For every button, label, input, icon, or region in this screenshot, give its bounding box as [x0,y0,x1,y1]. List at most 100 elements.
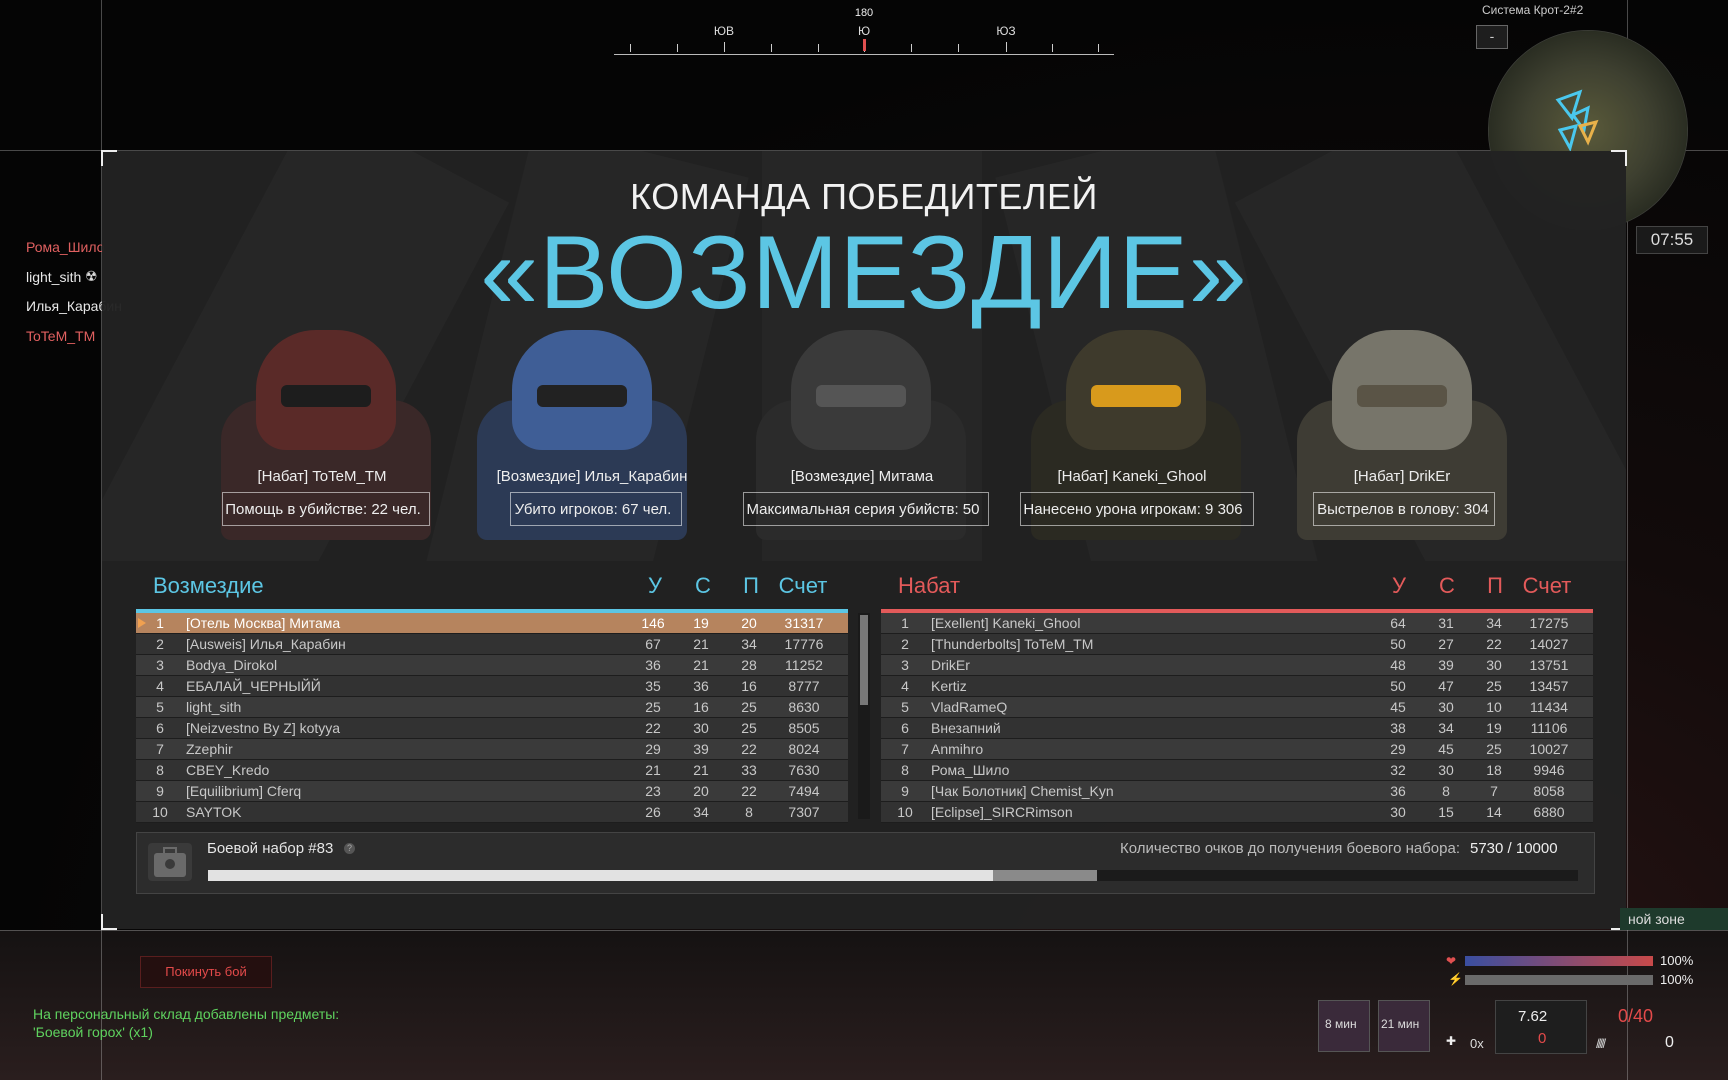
team-right-cell-s: 34 [1438,720,1454,736]
battle-kit-points: 5730 / 10000 [1470,840,1558,857]
team-left-row[interactable]: 2 [Ausweis] Илья_Карабин 67 21 34 17776 [136,634,848,655]
feed-name-4: ToTeM_TM [26,328,96,344]
team-left-row[interactable]: 4 ЕБАЛАЙ_ЧЕРНЫЙЙ 35 36 16 8777 [136,676,848,697]
team-right-cell-rank: 8 [901,762,909,778]
team-left-cell-name: [Equilibrium] Cferq [186,783,302,799]
medkit-count: 0x [1470,1036,1484,1051]
team-right-row[interactable]: 5 VladRameQ 45 30 10 11434 [881,697,1593,718]
minimap-zoom-out-button[interactable]: - [1476,25,1508,49]
team-right-row[interactable]: 6 Внезапний 38 34 19 11106 [881,718,1593,739]
team-right-cell-u: 50 [1390,678,1406,694]
scoreboard-scroll-thumb[interactable] [860,615,868,705]
team-right-cell-name: [Thunderbolts] ToTeM_TM [931,636,1094,652]
team-right-cell-p: 25 [1486,678,1502,694]
team-right-cell-rank: 7 [901,741,909,757]
minimap-title: Система Крот-2#2 [1482,3,1584,17]
feed-name-1: Рома_Шило [26,239,105,255]
team-right-cell-score: 11434 [1530,699,1568,715]
hero-3-stat-frame [743,492,989,526]
team-left-cell-u: 26 [645,804,661,820]
team-left-cell-score: 8024 [788,741,820,757]
frame-guide-bottom [0,930,1728,931]
team-right-cell-rank: 3 [901,657,909,673]
team-right-cell-name: [Чак Болотник] Chemist_Kyn [931,783,1114,799]
team-right-cell-p: 30 [1486,657,1502,673]
team-right-cell-s: 27 [1438,636,1454,652]
team-left-cell-p: 22 [741,783,757,799]
team-right-cell-p: 10 [1486,699,1502,715]
team-left-cell-rank: 9 [156,783,164,799]
team-left-cell-name: CBEY_Kredo [186,762,270,778]
team-right-cell-name: DrikEr [931,657,970,673]
team-right-cell-score: 13457 [1529,678,1569,694]
team-left-row[interactable]: 8 CBEY_Kredo 21 21 33 7630 [136,760,848,781]
team-left-cell-p: 22 [741,741,757,757]
team-right-row[interactable]: 4 Kertiz 50 47 25 13457 [881,676,1593,697]
team-left-cell-s: 21 [693,762,709,778]
magazine-ammo: 0/40 [1618,1006,1654,1026]
team-right-cell-name: [Exellent] Kaneki_Ghool [931,615,1081,631]
team-left-cell-score: 8505 [788,720,820,736]
team-left-cell-u: 25 [645,699,661,715]
team-right-row[interactable]: 8 Рома_Шило 32 30 18 9946 [881,760,1593,781]
team-right-cell-p: 7 [1490,783,1498,799]
team-left-row[interactable]: 7 Zzephir 29 39 22 8024 [136,739,848,760]
team-left-cell-name: Zzephir [186,741,233,757]
team-left-row[interactable]: 10 SAYTOK 26 34 8 7307 [136,802,848,823]
leave-battle-button[interactable]: Покинуть бой [140,956,272,988]
team-right-row[interactable]: 1 [Exellent] Kaneki_Ghool 64 31 34 17275 [881,613,1593,634]
team-right-row[interactable]: 2 [Thunderbolts] ToTeM_TM 50 27 22 14027 [881,634,1593,655]
team-left-col-score: Счет [778,573,828,598]
team-right-row[interactable]: 9 [Чак Болотник] Chemist_Kyn 36 8 7 8058 [881,781,1593,802]
team-left-cell-p: 20 [741,615,757,631]
team-right-cell-rank: 1 [901,615,909,631]
team-right-table: 1 [Exellent] Kaneki_Ghool 64 31 34 17275 2 [Thu… [881,613,1593,823]
team-right-cell-s: 31 [1438,615,1454,631]
team-left-cell-rank: 6 [156,720,164,736]
health-percent: 100% [1660,953,1694,968]
team-right-cell-rank: 6 [901,720,909,736]
hero-4-name: [Набат] Kaneki_Ghool [1057,468,1207,485]
team-left-name: Возмездие [153,573,264,598]
team-left-row[interactable]: 3 Bodya_Dirokol 36 21 28 11252 [136,655,848,676]
team-left-row[interactable]: 6 [Neizvestno By Z] kotyya 22 30 25 8505 [136,718,848,739]
team-left-cell-p: 16 [741,678,757,694]
team-left-table: 1 [Отель Москва] Митама 146 19 20 31317 2 [Ausw… [136,613,848,823]
team-left-cell-rank: 10 [152,804,168,820]
team-right-cell-p: 14 [1486,804,1502,820]
reserve-ammo: 0 [1538,1030,1547,1047]
team-right-row[interactable]: 10 [Eclipse]_SIRCRimson 30 15 14 6880 [881,802,1593,823]
item-slot-1-time: 8 мин [1325,1017,1357,1031]
team-right-cell-rank: 4 [901,678,909,694]
team-left-row[interactable]: 5 light_sith 25 16 25 8630 [136,697,848,718]
team-left-cell-p: 25 [741,720,757,736]
energy-bar-fill [1465,975,1653,985]
team-left-cell-p: 28 [741,657,757,673]
team-right-row[interactable]: 7 Anmihro 29 45 25 10027 [881,739,1593,760]
team-left-cell-score: 7307 [788,804,820,820]
team-left-cell-rank: 8 [156,762,164,778]
hero-2-stat-frame [510,492,682,526]
team-right-cell-p: 22 [1486,636,1502,652]
team-right-cell-u: 32 [1390,762,1406,778]
team-right-cell-name: Anmihro [931,741,984,757]
battle-kit-requirement: Количество очков до получения боевого на… [1120,840,1460,857]
team-left-row[interactable]: 1 [Отель Москва] Митама 146 19 20 31317 [136,613,848,634]
team-right-cell-u: 36 [1390,783,1406,799]
notification-line-1: На персональный склад добавлены предметы… [33,1006,340,1022]
energy-percent: 100% [1660,972,1694,987]
team-right-cell-name: Kertiz [931,678,967,694]
team-right-cell-s: 47 [1438,678,1454,694]
team-right-cell-u: 30 [1390,804,1406,820]
heart-icon: ❤ [1446,954,1457,968]
team-left-cell-name: Bodya_Dirokol [186,657,278,673]
team-right-cell-u: 64 [1390,615,1406,631]
team-left-row[interactable]: 9 [Equilibrium] Cferq 23 20 22 7494 [136,781,848,802]
team-right-cell-p: 34 [1486,615,1502,631]
team-right-row[interactable]: 3 DrikEr 48 39 30 13751 [881,655,1593,676]
hero-1-stat-frame [222,492,430,526]
help-icon[interactable]: ? [344,843,355,854]
team-right-cell-score: 8058 [1533,783,1565,799]
team-right-cell-score: 17275 [1529,615,1569,631]
team-left-cell-u: 23 [645,783,661,799]
